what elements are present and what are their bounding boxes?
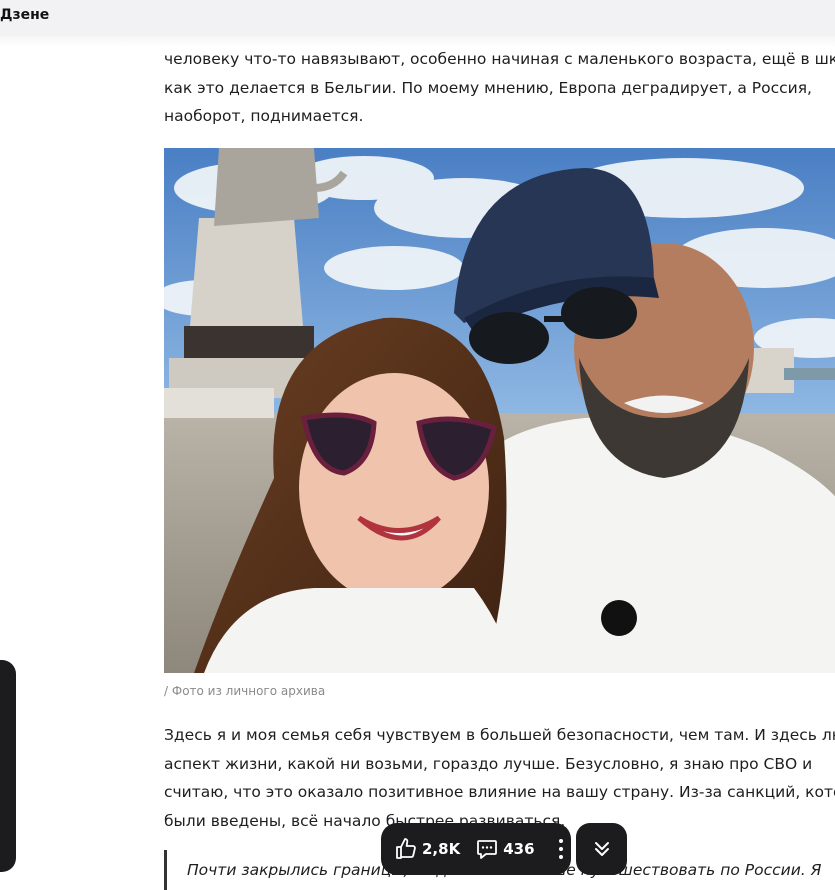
thumbs-up-icon (396, 838, 416, 859)
like-button[interactable]: 2,8K (394, 837, 460, 861)
paragraph-line: как это делается в Бельгии. По моему мне… (164, 78, 812, 97)
article-paragraph: человеку что-то навязывают, особенно нач… (164, 45, 835, 131)
article-photo[interactable] (164, 148, 835, 673)
comment-icon (477, 840, 498, 859)
more-button[interactable] (557, 838, 565, 860)
comment-count: 436 (503, 840, 535, 858)
side-panel-tab[interactable] (0, 660, 16, 872)
action-bar: 2,8K 436 (381, 823, 571, 875)
scroll-down-button[interactable] (576, 823, 627, 875)
site-title[interactable]: Дзене (0, 7, 49, 23)
photo-image (164, 148, 835, 673)
paragraph-line: человеку что-то навязывают, особенно нач… (164, 50, 835, 68)
paragraph-line: Здесь я и моя семья себя чувствуем в бол… (164, 726, 835, 744)
top-bar: Дзене (0, 0, 835, 36)
article-body-2: Здесь я и моя семья себя чувствуем в бол… (164, 721, 835, 835)
article-body: человеку что-то навязывают, особенно нач… (164, 45, 835, 131)
paragraph-line: наоборот, поднимается. (164, 107, 364, 125)
double-chevron-down-icon (594, 842, 609, 856)
photo-caption: / Фото из личного архива (164, 684, 326, 698)
paragraph-line: аспект жизни, какой ни возьми, гораздо л… (164, 754, 813, 773)
like-count: 2,8K (422, 840, 461, 858)
comments-button[interactable]: 436 (475, 837, 535, 861)
more-vertical-icon (558, 839, 563, 859)
paragraph-line: считаю, что это оказало позитивное влиян… (164, 783, 835, 801)
article-paragraph: Здесь я и моя семья себя чувствуем в бол… (164, 721, 835, 835)
